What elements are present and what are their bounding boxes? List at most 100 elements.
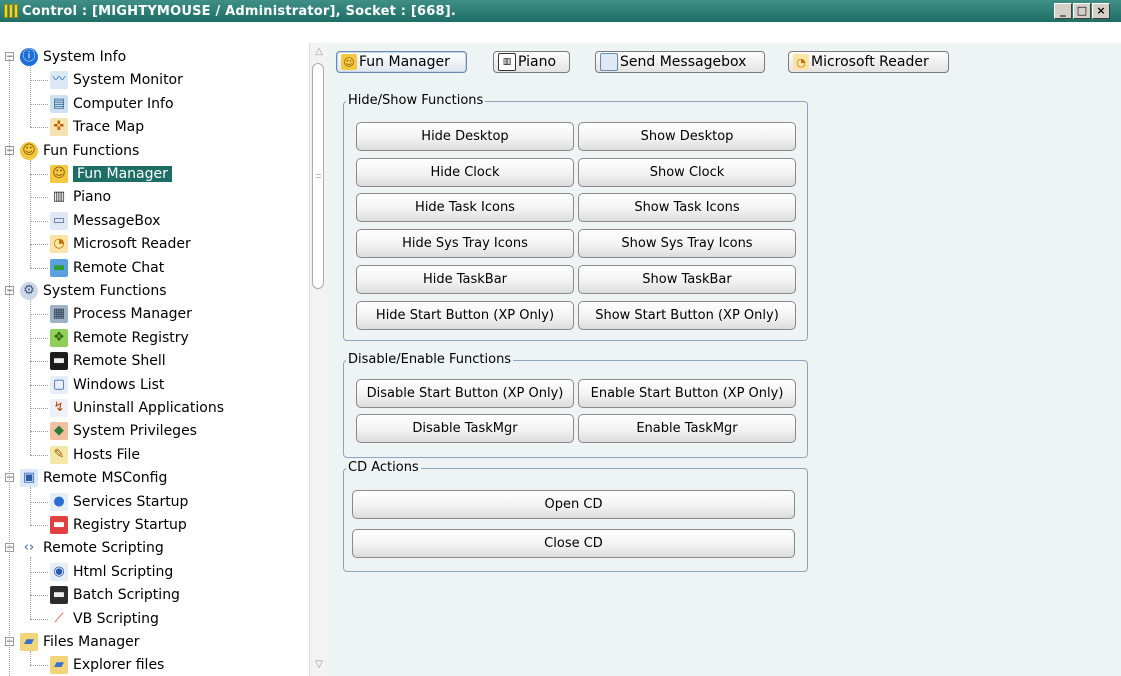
tree-item-microsoft-reader[interactable]: ◔ Microsoft Reader — [50, 233, 191, 255]
tree-item-registry-startup[interactable]: ▬ Registry Startup — [50, 514, 187, 536]
tab-send-messagebox[interactable]: Send Messagebox — [595, 51, 765, 73]
tree-item-services-startup[interactable]: ● Services Startup — [50, 491, 188, 513]
tree-item-trace-map[interactable]: ✜ Trace Map — [50, 116, 144, 138]
show-start-button-xp-only-button[interactable]: Show Start Button (XP Only) — [578, 300, 796, 330]
scroll-thumb[interactable] — [312, 63, 324, 289]
group-title: Disable/Enable Functions — [346, 352, 514, 367]
tree-item-windows-list[interactable]: ▢ Windows List — [50, 374, 164, 396]
hide-start-button-xp-only-button[interactable]: Hide Start Button (XP Only) — [356, 300, 574, 330]
open-cd-button[interactable]: Open CD — [352, 490, 795, 519]
hide-clock-button[interactable]: Hide Clock — [356, 157, 574, 187]
show-clock-button[interactable]: Show Clock — [578, 157, 796, 187]
enable-start-button-xp-only-button[interactable]: Enable Start Button (XP Only) — [578, 379, 796, 408]
shield-icon: ◆ — [50, 422, 68, 441]
fun-manager-panel: ☺ Fun Manager ▥ Piano Send Messagebox ◔ … — [327, 43, 1121, 676]
tree-item-html-scripting[interactable]: ◉ Html Scripting — [50, 561, 173, 583]
tab-label: Microsoft Reader — [811, 54, 929, 70]
messagebox-icon — [600, 53, 618, 71]
tree-section-system-info[interactable]: ⓘ System Info — [20, 46, 126, 68]
tree-item-system-monitor[interactable]: 〰 System Monitor — [50, 69, 183, 91]
tab-fun-manager[interactable]: ☺ Fun Manager — [336, 51, 467, 73]
show-task-icons-button[interactable]: Show Task Icons — [578, 193, 796, 223]
close-cd-button[interactable]: Close CD — [352, 529, 795, 558]
group-title: Hide/Show Functions — [346, 93, 486, 108]
navigation-tree: − ⓘ System Info 〰 System Monitor ▤ Computer In… — [0, 43, 327, 676]
tree-item-messagebox[interactable]: ▭ MessageBox — [50, 210, 160, 232]
tab-label: Fun Manager — [359, 54, 450, 70]
tree-section-system-functions[interactable]: ⚙ System Functions — [20, 280, 167, 302]
disable-start-button-xp-only-button[interactable]: Disable Start Button (XP Only) — [356, 379, 574, 408]
tree-section-remote-msconfig[interactable]: ▣ Remote MSConfig — [20, 467, 167, 489]
tree-item-label: Services Startup — [73, 493, 189, 510]
tree-item-remote-shell[interactable]: ▬ Remote Shell — [50, 350, 166, 372]
tree-item-batch-scripting[interactable]: ▬ Batch Scripting — [50, 584, 180, 606]
show-sys-tray-icons-button[interactable]: Show Sys Tray Icons — [578, 229, 796, 259]
tree-item-hosts-file[interactable]: ✎ Hosts File — [50, 444, 140, 466]
scroll-down-arrow-icon[interactable]: ▽ — [312, 658, 326, 672]
disable-taskmgr-button[interactable]: Disable TaskMgr — [356, 414, 574, 443]
reader-icon: ◔ — [793, 54, 809, 70]
group-title: CD Actions — [346, 460, 421, 475]
info-icon: ⓘ — [20, 48, 38, 66]
piano-icon: ▥ — [50, 188, 68, 207]
maximize-button[interactable]: □ — [1073, 3, 1091, 19]
tab-label: Send Messagebox — [620, 54, 747, 70]
tree-item-process-manager[interactable]: ▦ Process Manager — [50, 303, 192, 325]
tree-item-explorer-files[interactable]: ▰ Explorer files — [50, 654, 164, 676]
disable-enable-group: Disable/Enable Functions — [343, 352, 808, 458]
enable-taskmgr-button[interactable]: Enable TaskMgr — [578, 414, 796, 443]
batch-script-icon: ▬ — [50, 586, 68, 605]
tree-item-computer-info[interactable]: ▤ Computer Info — [50, 93, 174, 115]
tree-item-label: System Privileges — [73, 423, 197, 440]
tree-item-remote-registry[interactable]: ❖ Remote Registry — [50, 327, 189, 349]
tree-item-label: Registry Startup — [73, 517, 187, 533]
scroll-up-arrow-icon[interactable]: △ — [312, 45, 326, 59]
html-script-icon: ◉ — [50, 562, 68, 581]
tree-item-label: VB Scripting — [73, 610, 159, 627]
title-bar[interactable]: Control : [MIGHTYMOUSE / Administrator],… — [0, 0, 1121, 22]
tree-section-remote-scripting[interactable]: ‹› Remote Scripting — [20, 537, 164, 559]
tree-item-label: MessageBox — [73, 212, 161, 229]
piano-icon: ▥ — [498, 53, 516, 71]
folder-icon: ▰ — [20, 633, 38, 651]
tree-item-label: Windows List — [73, 376, 165, 393]
tree-item-label: Computer Info — [73, 95, 174, 112]
hide-sys-tray-icons-button[interactable]: Hide Sys Tray Icons — [356, 229, 574, 259]
tree-item-piano[interactable]: ▥ Piano — [50, 186, 111, 208]
tree-item-label: Remote Chat — [73, 259, 165, 276]
tree-item-label: Piano — [73, 189, 112, 206]
hide-task-icons-button[interactable]: Hide Task Icons — [356, 193, 574, 223]
tree-item-label: Trace Map — [73, 119, 145, 136]
tree-section-files-manager[interactable]: ▰ Files Manager — [20, 631, 140, 653]
tree-section-label: Remote MSConfig — [43, 470, 168, 487]
tree-item-label: Microsoft Reader — [73, 236, 191, 253]
tree-item-uninstall-applications[interactable]: ↯ Uninstall Applications — [50, 397, 224, 419]
services-icon: ● — [50, 492, 68, 511]
registry-icon: ❖ — [50, 328, 68, 347]
explorer-icon: ▰ — [50, 656, 68, 675]
tree-item-vb-scripting[interactable]: ⟋ VB Scripting — [50, 608, 159, 630]
show-desktop-button[interactable]: Show Desktop — [578, 122, 796, 151]
tab-piano[interactable]: ▥ Piano — [493, 51, 570, 73]
tree-item-fun-manager[interactable]: ☺ Fun Manager — [50, 163, 172, 185]
monitor-chart-icon: 〰 — [50, 71, 68, 90]
uninstall-icon: ↯ — [50, 399, 68, 417]
close-button[interactable]: × — [1092, 3, 1110, 19]
tree-scrollbar[interactable]: △ ▽ — [309, 43, 327, 676]
tree-section-fun-functions[interactable]: ☺ Fun Functions — [20, 140, 139, 162]
tree-item-label: Remote Registry — [73, 329, 189, 346]
tree-item-remote-chat[interactable]: ▬ Remote Chat — [50, 257, 164, 279]
registry-startup-icon: ▬ — [50, 516, 68, 534]
show-taskbar-button[interactable]: Show TaskBar — [578, 264, 796, 294]
hosts-file-icon: ✎ — [50, 445, 68, 464]
tree-section-label: Files Manager — [43, 634, 140, 650]
tree-item-label: System Monitor — [73, 72, 183, 89]
hide-desktop-button[interactable]: Hide Desktop — [356, 122, 574, 151]
hide-taskbar-button[interactable]: Hide TaskBar — [356, 264, 574, 294]
tab-microsoft-reader[interactable]: ◔ Microsoft Reader — [788, 51, 949, 73]
msconfig-icon: ▣ — [20, 469, 38, 488]
vb-script-icon: ⟋ — [50, 609, 68, 628]
chat-icon: ▬ — [50, 258, 68, 277]
minimize-button[interactable]: _ — [1054, 3, 1072, 19]
tree-item-system-privileges[interactable]: ◆ System Privileges — [50, 420, 197, 442]
